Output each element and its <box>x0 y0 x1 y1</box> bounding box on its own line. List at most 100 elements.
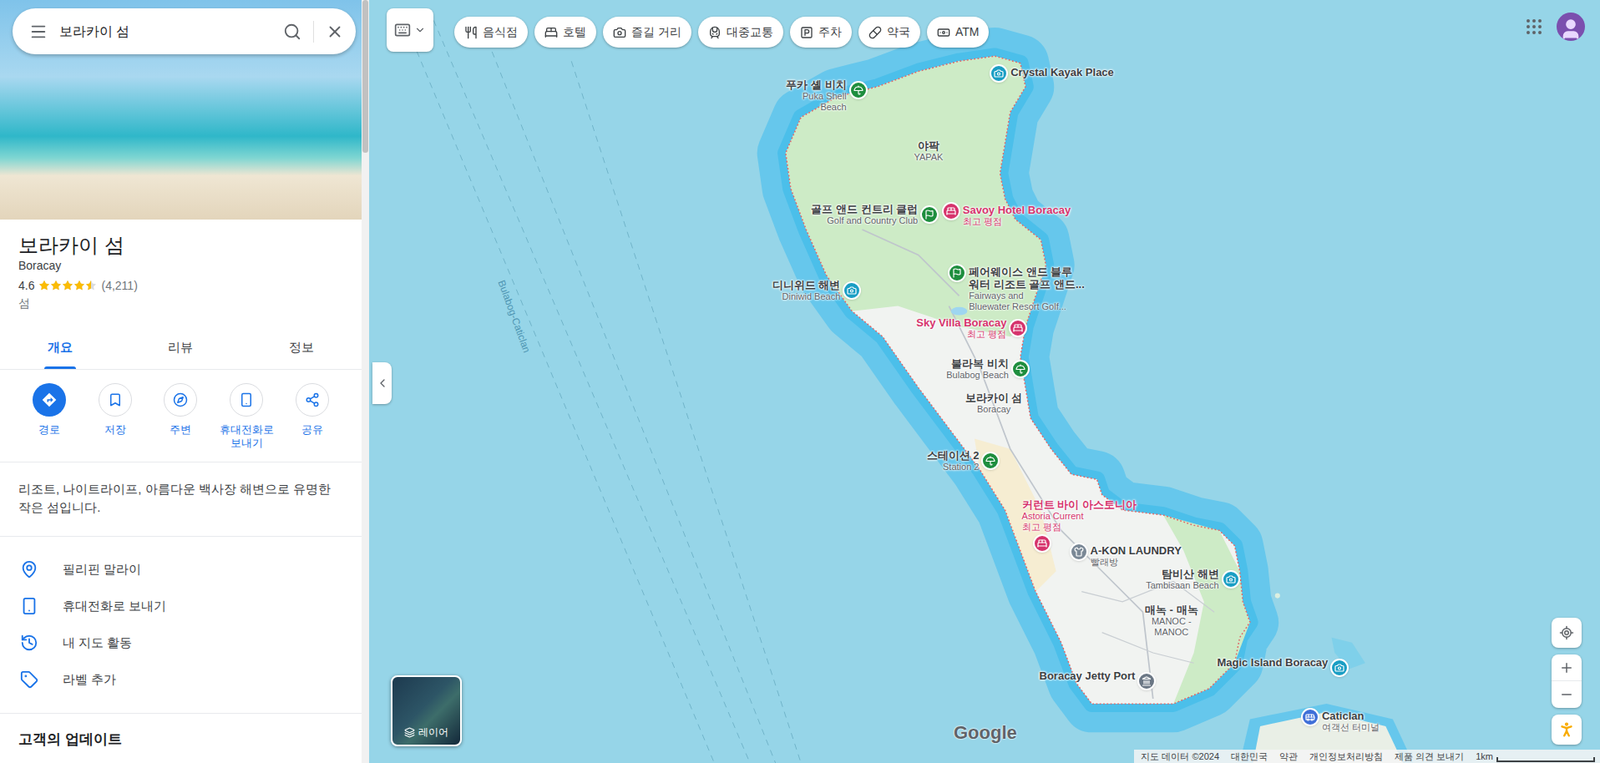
action-button[interactable]: 경로 <box>16 383 83 451</box>
chip-icon <box>464 25 478 40</box>
close-icon[interactable] <box>325 22 345 41</box>
info-row[interactable]: 라벨 추가 <box>0 661 362 699</box>
keyboard-button[interactable] <box>386 8 434 52</box>
street-view-button[interactable] <box>1551 714 1582 745</box>
zoom-in-button[interactable] <box>1551 654 1582 682</box>
map-canvas[interactable] <box>369 0 1600 763</box>
my-location-button[interactable] <box>1551 617 1582 649</box>
hotel-pin-icon[interactable] <box>941 202 961 221</box>
tab[interactable]: 정보 <box>241 326 362 370</box>
action-label: 주변 <box>167 423 193 437</box>
info-row[interactable]: 내 지도 활동 <box>0 624 362 662</box>
account-area <box>1524 12 1585 41</box>
category-chip[interactable]: 주차 <box>789 16 852 48</box>
action-icon <box>238 392 254 408</box>
dropdown-icon <box>414 24 426 36</box>
scale-bar[interactable]: 1km <box>1475 750 1595 763</box>
star-icon <box>61 279 74 292</box>
action-label: 저장 <box>102 423 128 437</box>
attribution-link[interactable]: 개인정보처리방침 <box>1309 750 1383 763</box>
action-button[interactable]: 저장 <box>82 383 149 451</box>
map-label-text: Caticlan여객선 터미널 <box>1321 709 1380 734</box>
place-title: 보라카이 섬 <box>18 232 344 259</box>
action-button[interactable]: 공유 <box>278 383 345 451</box>
scrollbar-thumb[interactable] <box>362 0 369 153</box>
rating-row[interactable]: 4.6 (4,211) <box>18 276 344 295</box>
map-label-text: 야팍YAPAK <box>913 139 943 163</box>
map-label-text: 보라카이 섬Boracay <box>965 391 1023 416</box>
golf-pin-icon[interactable] <box>920 205 939 224</box>
camera-pin-icon[interactable] <box>1330 658 1349 678</box>
search-input[interactable]: 보라카이 섬 <box>59 21 272 42</box>
action-button[interactable]: 휴대전화로 보내기 <box>213 383 280 451</box>
layer-button[interactable]: 레이어 <box>390 675 462 747</box>
action-icon <box>172 392 188 408</box>
map-label-text: 탐비산 해변Tambisaan Beach <box>1145 567 1219 592</box>
chip-icon <box>800 25 814 40</box>
directions-icon <box>40 391 58 409</box>
category-chip[interactable]: 음식점 <box>454 16 528 48</box>
attribution-link[interactable]: 제품 의견 보내기 <box>1394 750 1464 763</box>
zoom-control <box>1551 654 1582 709</box>
tab-bar: 개요리뷰정보 <box>0 326 362 370</box>
attribution-link[interactable]: 지도 데이터 ©2024 <box>1140 750 1220 763</box>
layers-icon <box>404 727 416 739</box>
divider <box>313 20 314 43</box>
place-category: 섬 <box>18 294 344 312</box>
tab[interactable]: 리뷰 <box>120 326 241 370</box>
category-chip[interactable]: 호텔 <box>534 16 597 48</box>
avatar[interactable] <box>1556 12 1585 41</box>
action-icon <box>107 392 123 408</box>
map-label-text: Boracay Jetty Port <box>1039 669 1136 683</box>
zoom-out-button[interactable] <box>1551 681 1582 709</box>
info-row-icon <box>20 597 39 616</box>
action-label: 경로 <box>36 423 62 437</box>
action-row: 경로 저장 주변 휴대전화로 보내기공유 <box>0 369 362 463</box>
map-label-text: 스테이션 2Station 2 <box>926 449 980 473</box>
map-controls <box>1551 617 1582 745</box>
search-icon[interactable] <box>283 22 302 41</box>
category-chip[interactable]: 즐길 거리 <box>602 16 692 48</box>
laundry-pin-icon[interactable] <box>1069 542 1089 562</box>
tab-underline <box>44 366 76 370</box>
review-count[interactable]: (4,211) <box>101 276 137 295</box>
category-chip[interactable]: ATM <box>926 16 990 48</box>
pegman-icon <box>1557 720 1576 740</box>
collapse-panel-button[interactable] <box>372 362 392 405</box>
info-row-icon <box>20 560 39 579</box>
category-chips: 음식점호텔즐길 거리대중교통주차약국ATM <box>454 16 989 48</box>
panel-scrollbar[interactable] <box>361 0 370 763</box>
map-label-text: Sky Villa Boracay최고 평점 <box>916 316 1007 340</box>
place-subtitle: Boracay <box>18 258 344 274</box>
info-row-icon <box>20 670 39 689</box>
attribution-link[interactable]: 약관 <box>1279 750 1298 763</box>
category-chip[interactable]: 대중교통 <box>698 16 784 48</box>
map-label-text: Savoy Hotel Boracay최고 평점 <box>962 203 1071 228</box>
bus-pin-icon[interactable] <box>1301 708 1320 727</box>
info-row[interactable]: 필리핀 말라이 <box>0 551 362 588</box>
chip-icon <box>612 25 627 40</box>
chip-icon <box>544 25 558 40</box>
category-chip[interactable]: 약국 <box>858 16 921 48</box>
beach-pin-icon[interactable] <box>849 81 868 100</box>
hotel-pin-icon[interactable] <box>1032 534 1052 553</box>
search-box[interactable]: 보라카이 섬 <box>12 8 356 55</box>
place-photo[interactable]: 보라카이 섬 <box>0 0 362 220</box>
action-label: 휴대전화로 보내기 <box>213 423 280 451</box>
info-row[interactable]: 휴대전화로 보내기 <box>0 587 362 625</box>
chevron-left-icon <box>375 376 390 390</box>
plus-icon <box>1559 660 1575 676</box>
apps-grid-icon[interactable] <box>1524 16 1545 37</box>
attribution-link[interactable]: 대한민국 <box>1230 750 1268 763</box>
rating-value: 4.6 <box>18 276 35 295</box>
menu-icon[interactable] <box>29 22 48 41</box>
star-icon <box>85 279 97 292</box>
tab[interactable]: 개요 <box>0 326 121 370</box>
minus-icon <box>1559 687 1575 703</box>
camera-pin-icon[interactable] <box>1221 570 1241 589</box>
map-label-text: 불라복 비치Bulabog Beach <box>946 357 1009 381</box>
action-button[interactable]: 주변 <box>147 383 214 451</box>
action-icon <box>304 392 320 408</box>
map-label-text: Magic Island Boracay <box>1216 656 1328 669</box>
map[interactable]: Bulabog-CaticlanCrystal Kayak Place푸카 셸 … <box>369 0 1600 763</box>
